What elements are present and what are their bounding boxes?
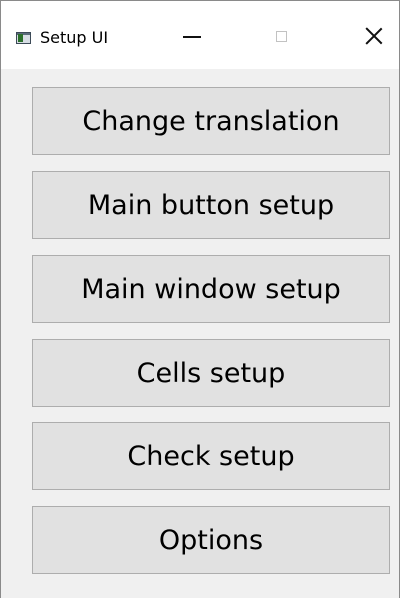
maximize-button[interactable] bbox=[258, 15, 304, 57]
window-title: Setup UI bbox=[40, 28, 109, 47]
setup-window: Setup UI Change translation Main button … bbox=[0, 0, 400, 598]
title-bar[interactable]: Setup UI bbox=[1, 1, 399, 69]
main-button-setup-button[interactable]: Main button setup bbox=[32, 171, 390, 239]
close-button[interactable] bbox=[351, 15, 397, 57]
minimize-button[interactable] bbox=[169, 15, 215, 57]
button-panel: Change translation Main button setup Mai… bbox=[1, 69, 399, 599]
cells-setup-button[interactable]: Cells setup bbox=[32, 339, 390, 407]
main-window-setup-button[interactable]: Main window setup bbox=[32, 255, 390, 323]
close-icon bbox=[365, 27, 383, 45]
minimize-icon bbox=[183, 36, 201, 38]
app-window-icon[interactable] bbox=[16, 32, 31, 44]
change-translation-button[interactable]: Change translation bbox=[32, 87, 390, 155]
maximize-icon bbox=[275, 30, 287, 42]
check-setup-button[interactable]: Check setup bbox=[32, 422, 390, 490]
options-button[interactable]: Options bbox=[32, 506, 390, 574]
